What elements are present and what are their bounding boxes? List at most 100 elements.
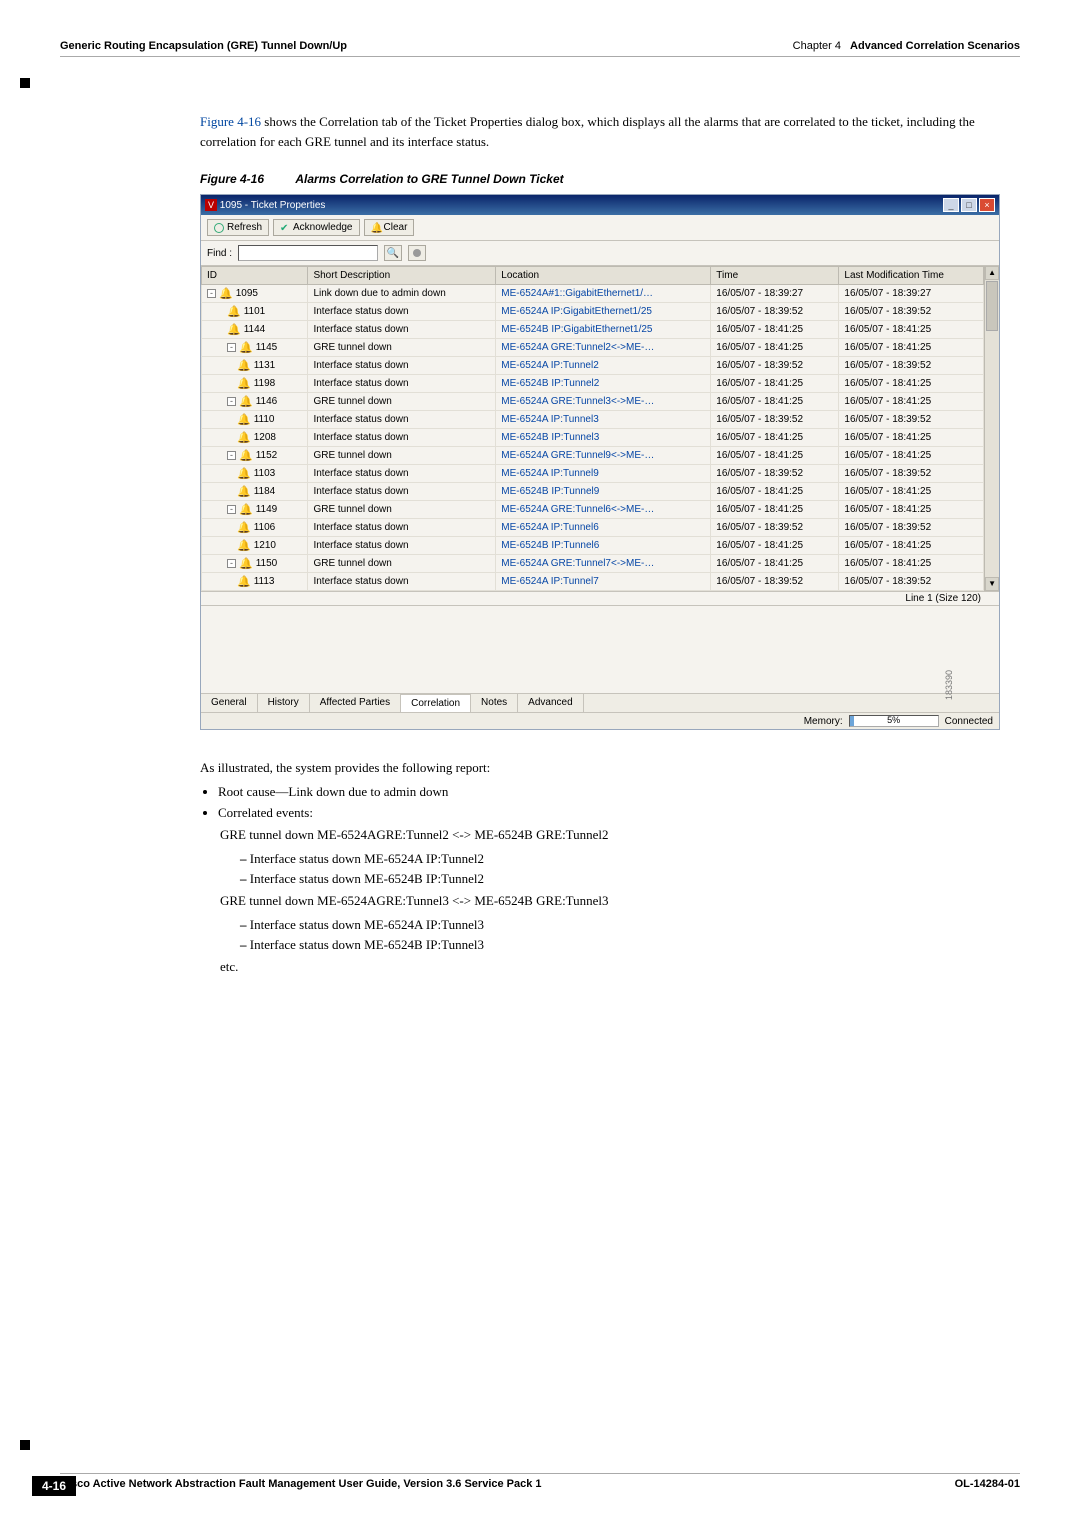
col-desc[interactable]: Short Description xyxy=(308,267,496,285)
row-time: 16/05/07 - 18:41:25 xyxy=(711,339,839,357)
alarm-bell-icon: 🔔 xyxy=(239,395,253,408)
find-label: Find : xyxy=(207,248,232,259)
row-modtime: 16/05/07 - 18:41:25 xyxy=(839,501,984,519)
table-row[interactable]: -🔔1152GRE tunnel downME-6524A GRE:Tunnel… xyxy=(202,447,984,465)
col-location[interactable]: Location xyxy=(496,267,711,285)
row-id: 1144 xyxy=(244,324,266,335)
tab-general[interactable]: General xyxy=(201,694,258,712)
scroll-track[interactable] xyxy=(985,332,999,577)
table-row[interactable]: 🔔1106Interface status downME-6524A IP:Tu… xyxy=(202,519,984,537)
row-id: 1103 xyxy=(254,468,276,479)
app-icon: V xyxy=(205,199,217,211)
event-sub-item: Interface status down ME-6524A IP:Tunnel… xyxy=(240,851,1020,867)
table-row[interactable]: 🔔1208Interface status downME-6524B IP:Tu… xyxy=(202,429,984,447)
tab-affected-parties[interactable]: Affected Parties xyxy=(310,694,401,712)
col-modtime[interactable]: Last Modification Time xyxy=(839,267,984,285)
alarm-bell-icon: 🔔 xyxy=(237,485,251,498)
bullet-root-cause: Root cause—Link down due to admin down xyxy=(218,784,1020,800)
alarm-bell-icon: 🔔 xyxy=(239,503,253,516)
row-time: 16/05/07 - 18:39:52 xyxy=(711,465,839,483)
row-id: 1106 xyxy=(254,522,276,533)
status-bar: Memory: 5% Connected xyxy=(201,712,999,729)
alarm-bell-icon: 🔔 xyxy=(219,287,233,300)
clear-button[interactable]: 🔔Clear xyxy=(364,219,415,236)
table-row[interactable]: -🔔1150GRE tunnel downME-6524A GRE:Tunnel… xyxy=(202,555,984,573)
row-desc: Interface status down xyxy=(308,573,496,591)
table-row[interactable]: 🔔1144Interface status downME-6524B IP:Gi… xyxy=(202,321,984,339)
figure-link[interactable]: Figure 4-16 xyxy=(200,114,261,129)
tree-toggle-icon[interactable]: - xyxy=(227,451,236,460)
bell-icon: 🔔 xyxy=(371,223,381,233)
refresh-icon xyxy=(214,223,224,233)
row-location: ME-6524B IP:Tunnel6 xyxy=(496,537,711,555)
tab-history[interactable]: History xyxy=(258,694,310,712)
minimize-icon[interactable]: _ xyxy=(943,198,959,212)
tree-toggle-icon[interactable]: - xyxy=(227,343,236,352)
tree-toggle-icon[interactable]: - xyxy=(227,505,236,514)
table-row[interactable]: 🔔1210Interface status downME-6524B IP:Tu… xyxy=(202,537,984,555)
tree-toggle-icon[interactable]: - xyxy=(207,289,216,298)
row-location: ME-6524A GRE:Tunnel3<->ME-… xyxy=(496,393,711,411)
row-modtime: 16/05/07 - 18:39:52 xyxy=(839,357,984,375)
row-location: ME-6524B IP:Tunnel9 xyxy=(496,483,711,501)
find-go-button[interactable]: 🔍 xyxy=(384,245,402,261)
event-title: GRE tunnel down ME-6524AGRE:Tunnel2 <-> … xyxy=(220,827,1020,843)
table-header-row: ID Short Description Location Time Last … xyxy=(202,267,984,285)
find-input[interactable] xyxy=(238,245,378,261)
table-row[interactable]: 🔔1184Interface status downME-6524B IP:Tu… xyxy=(202,483,984,501)
row-id: 1210 xyxy=(254,540,276,551)
table-row[interactable]: 🔔1110Interface status downME-6524A IP:Tu… xyxy=(202,411,984,429)
tab-advanced[interactable]: Advanced xyxy=(518,694,583,712)
tree-toggle-icon[interactable]: - xyxy=(227,559,236,568)
row-desc: Interface status down xyxy=(308,303,496,321)
scroll-up-icon[interactable]: ▲ xyxy=(985,266,999,280)
row-location: ME-6524A IP:Tunnel9 xyxy=(496,465,711,483)
alarm-bell-icon: 🔔 xyxy=(237,431,251,444)
refresh-button[interactable]: Refresh xyxy=(207,219,269,236)
alarm-bell-icon: 🔔 xyxy=(227,323,241,336)
table-row[interactable]: 🔔1113Interface status downME-6524A IP:Tu… xyxy=(202,573,984,591)
intro-text: shows the Correlation tab of the Ticket … xyxy=(200,114,975,149)
table-row[interactable]: 🔔1103Interface status downME-6524A IP:Tu… xyxy=(202,465,984,483)
page-marker-top xyxy=(20,78,30,88)
row-time: 16/05/07 - 18:41:25 xyxy=(711,501,839,519)
window-title: V 1095 - Ticket Properties xyxy=(205,199,325,211)
scroll-down-icon[interactable]: ▼ xyxy=(985,577,999,591)
row-id: 1208 xyxy=(254,432,276,443)
col-time[interactable]: Time xyxy=(711,267,839,285)
tab-correlation[interactable]: Correlation xyxy=(401,694,471,712)
row-time: 16/05/07 - 18:39:52 xyxy=(711,573,839,591)
vertical-scrollbar[interactable]: ▲ ▼ xyxy=(984,266,999,591)
table-row[interactable]: -🔔1145GRE tunnel downME-6524A GRE:Tunnel… xyxy=(202,339,984,357)
table-row[interactable]: 🔔1198Interface status downME-6524B IP:Tu… xyxy=(202,375,984,393)
col-id[interactable]: ID xyxy=(202,267,308,285)
row-desc: Interface status down xyxy=(308,537,496,555)
row-id: 1198 xyxy=(254,378,276,389)
scroll-thumb[interactable] xyxy=(986,281,998,331)
row-desc: Interface status down xyxy=(308,357,496,375)
row-modtime: 16/05/07 - 18:39:52 xyxy=(839,303,984,321)
find-stop-button[interactable] xyxy=(408,245,426,261)
table-row[interactable]: -🔔1146GRE tunnel downME-6524A GRE:Tunnel… xyxy=(202,393,984,411)
row-desc: GRE tunnel down xyxy=(308,555,496,573)
acknowledge-button[interactable]: ✔Acknowledge xyxy=(273,219,359,236)
maximize-icon[interactable]: □ xyxy=(961,198,977,212)
table-row[interactable]: -🔔1149GRE tunnel downME-6524A GRE:Tunnel… xyxy=(202,501,984,519)
row-modtime: 16/05/07 - 18:41:25 xyxy=(839,375,984,393)
table-row[interactable]: 🔔1101Interface status downME-6524A IP:Gi… xyxy=(202,303,984,321)
tab-notes[interactable]: Notes xyxy=(471,694,518,712)
alarms-table: ID Short Description Location Time Last … xyxy=(201,266,984,591)
table-row[interactable]: -🔔1095Link down due to admin downME-6524… xyxy=(202,285,984,303)
event-sub-item: Interface status down ME-6524B IP:Tunnel… xyxy=(240,937,1020,953)
figure-title: Alarms Correlation to GRE Tunnel Down Ti… xyxy=(295,172,563,186)
event-sub-item: Interface status down ME-6524B IP:Tunnel… xyxy=(240,871,1020,887)
window-titlebar[interactable]: V 1095 - Ticket Properties _ □ × xyxy=(201,195,999,215)
close-icon[interactable]: × xyxy=(979,198,995,212)
row-location: ME-6524B IP:GigabitEthernet1/25 xyxy=(496,321,711,339)
page-footer: Cisco Active Network Abstraction Fault M… xyxy=(60,1473,1020,1490)
row-location: ME-6524A IP:Tunnel6 xyxy=(496,519,711,537)
tree-toggle-icon[interactable]: - xyxy=(227,397,236,406)
alarm-bell-icon: 🔔 xyxy=(237,377,251,390)
table-row[interactable]: 🔔1131Interface status downME-6524A IP:Tu… xyxy=(202,357,984,375)
row-time: 16/05/07 - 18:39:52 xyxy=(711,303,839,321)
